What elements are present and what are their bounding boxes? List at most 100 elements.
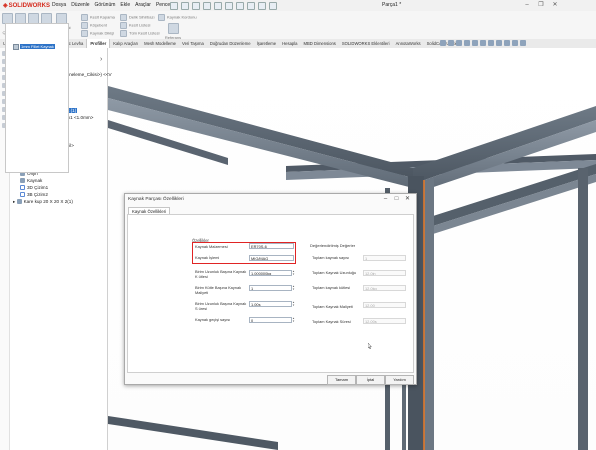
weld-cord-icon bbox=[158, 14, 165, 21]
total-weld-length-value: 12.0in bbox=[363, 270, 406, 276]
tree-item-weldment[interactable]: Kaynak bbox=[20, 178, 42, 184]
panel-expand-chevron-icon[interactable]: › bbox=[100, 56, 102, 63]
gusset-icon bbox=[81, 22, 88, 29]
save-icon[interactable] bbox=[192, 1, 200, 10]
weld-passes-spinner[interactable]: ▴ ▾ bbox=[292, 317, 295, 323]
tree-item-3d-sketch-1[interactable]: 3D Çizim1 bbox=[20, 185, 48, 191]
cancel-button[interactable]: İptal bbox=[356, 375, 385, 385]
previous-view-icon[interactable] bbox=[456, 40, 462, 46]
print-icon[interactable] bbox=[203, 1, 211, 10]
reference-geometry-icon bbox=[167, 23, 179, 34]
menu-bar: Dosya Düzenle Görünüm Ekle Araçlar Pence… bbox=[52, 2, 180, 8]
dialog-close-icon[interactable]: ✕ bbox=[402, 195, 413, 202]
cmd-end-cap[interactable]: Kesit Kapama bbox=[81, 14, 115, 21]
close-icon[interactable]: ✕ bbox=[548, 1, 562, 8]
select-icon[interactable] bbox=[236, 1, 244, 10]
dialog-minimize-icon[interactable]: – bbox=[380, 196, 391, 202]
quick-access-toolbar bbox=[170, 1, 280, 10]
help-button[interactable]: Yardım bbox=[385, 375, 414, 385]
weld-list-item[interactable]: 1mm Fillet Kaynak bbox=[13, 44, 55, 50]
dialog-body bbox=[127, 214, 414, 373]
total-weld-cost-label: Toplam Kaynak Maliyeti bbox=[312, 304, 353, 309]
restore-icon[interactable]: ❐ bbox=[534, 1, 548, 8]
cost-per-mass-label: Birim Kütle Başına Kaynak Maliyeti bbox=[195, 285, 242, 295]
annotation-highlight-box bbox=[192, 242, 296, 264]
minimize-icon[interactable]: – bbox=[520, 2, 534, 8]
tab-direct-editing[interactable]: Doğrudan Düzenleme bbox=[207, 39, 254, 48]
cmd-weld-cord[interactable]: Kaynak Kordonu bbox=[158, 14, 197, 21]
cmd-all-cut-list[interactable]: Tüm Kesit Listesi bbox=[120, 30, 159, 37]
file-properties-icon[interactable] bbox=[258, 1, 266, 10]
hide-show-icon[interactable] bbox=[488, 40, 494, 46]
column-main-side[interactable] bbox=[424, 178, 434, 450]
cmd-gusset[interactable]: Köşebent bbox=[81, 22, 107, 29]
cost-per-mass-spinner[interactable]: ▴ ▾ bbox=[292, 285, 295, 291]
cmd-weld-bead[interactable]: Kaynak Dikişi bbox=[81, 30, 114, 37]
mass-per-length-input[interactable]: 1.000000kg bbox=[249, 270, 292, 276]
menu-item-ekle[interactable]: Ekle bbox=[120, 2, 130, 8]
tab-data-migration[interactable]: Veri Taşıma bbox=[179, 39, 207, 48]
tree-item-3d-sketch-2[interactable]: 3B Çizim2 bbox=[20, 192, 48, 198]
tab-weldments[interactable]: Profiller bbox=[86, 39, 111, 48]
total-weld-length-label: Toplam Kaynak Uzunluğu bbox=[312, 270, 357, 275]
section-view-icon[interactable] bbox=[464, 40, 470, 46]
undo-icon[interactable] bbox=[214, 1, 222, 10]
tab-mesh-modeling[interactable]: Mesh Modelleme bbox=[141, 39, 179, 48]
weld-passes-input[interactable]: 0 bbox=[249, 317, 292, 323]
cost-per-mass-input[interactable]: 1 bbox=[249, 285, 292, 291]
cmd-cut-list[interactable]: Kesit Listesi bbox=[120, 22, 150, 29]
beam-right-upper[interactable] bbox=[413, 106, 596, 184]
new-icon[interactable] bbox=[170, 1, 178, 10]
mass-per-length-label: Birim Uzunluk Başına Kaynak K ütlesi bbox=[195, 269, 247, 279]
dialog-title: Kaynak Parçası Özellikleri bbox=[128, 197, 184, 202]
command-manager: 3B Çizim Profil Seçimi Çizgi Yapısal Sis… bbox=[0, 11, 596, 45]
rebuild-icon[interactable] bbox=[247, 1, 255, 10]
display-monitor-icon[interactable] bbox=[520, 40, 526, 46]
total-weld-count-label: Toplam kaynak sayısı bbox=[312, 255, 350, 260]
options-gear-icon[interactable] bbox=[269, 1, 277, 10]
total-weld-time-value: 12.00s bbox=[363, 318, 406, 324]
zoom-fit-icon[interactable] bbox=[440, 40, 446, 46]
redo-icon[interactable] bbox=[225, 1, 233, 10]
time-per-length-spinner[interactable]: ▴ ▾ bbox=[292, 301, 295, 307]
beam-right-lower-side[interactable] bbox=[433, 174, 596, 234]
menu-item-gorunum[interactable]: Görünüm bbox=[95, 2, 116, 8]
open-icon[interactable] bbox=[181, 1, 189, 10]
view-settings-icon[interactable] bbox=[512, 40, 518, 46]
tree-item-structural-member[interactable]: ▸ Kare kup 20 X 20 X 2(1) bbox=[13, 199, 73, 205]
dialog-maximize-icon[interactable]: □ bbox=[391, 196, 402, 202]
column-far-right[interactable] bbox=[578, 168, 588, 450]
hole-wizard-icon bbox=[120, 14, 127, 21]
cmd-hole-wizard[interactable]: Delik Sihirbazı bbox=[120, 14, 155, 21]
document-title: Parça1 * bbox=[382, 2, 402, 8]
ok-button[interactable]: Tamam bbox=[327, 375, 356, 385]
scene-icon[interactable] bbox=[504, 40, 510, 46]
tab-mold-tools[interactable]: Kalıp Araçları bbox=[110, 39, 141, 48]
tab-markup[interactable]: İşaretleme bbox=[254, 39, 280, 48]
total-weld-time-label: Toplam Kaynak Süresi bbox=[312, 319, 351, 324]
mouse-cursor-icon bbox=[368, 343, 372, 349]
beam-left-upper-side[interactable] bbox=[108, 98, 413, 188]
dialog-window-controls: – □ ✕ bbox=[380, 195, 413, 202]
beam-left-upper[interactable] bbox=[108, 86, 413, 178]
display-style-icon[interactable] bbox=[480, 40, 486, 46]
zoom-area-icon[interactable] bbox=[448, 40, 454, 46]
time-per-length-input[interactable]: 1.00s bbox=[249, 301, 292, 307]
menu-item-dosya[interactable]: Dosya bbox=[52, 2, 66, 8]
beam-bottom-left[interactable] bbox=[108, 416, 278, 450]
tab-annotaworks[interactable]: AnnotaWorks bbox=[393, 39, 424, 48]
total-weld-count-value: 1 bbox=[363, 255, 406, 261]
tab-evaluate[interactable]: Hesapla bbox=[279, 39, 300, 48]
edit-appearance-icon[interactable] bbox=[496, 40, 502, 46]
tab-solidworks-addins[interactable]: SOLIDWORKS Eklentileri bbox=[339, 39, 393, 48]
app-logo[interactable]: ◈SOLIDWORKS bbox=[3, 2, 50, 9]
total-weld-mass-value: 12.0kg bbox=[363, 285, 406, 291]
total-weld-cost-value: 12.00 bbox=[363, 302, 406, 308]
weld-body-icon bbox=[13, 44, 19, 50]
end-cap-icon bbox=[81, 14, 88, 21]
tab-mbd-dimensions[interactable]: MBD Dimensions bbox=[301, 39, 339, 48]
mass-per-length-spinner[interactable]: ▴ ▾ bbox=[292, 270, 295, 276]
menu-item-araclar[interactable]: Araçlar bbox=[135, 2, 151, 8]
view-orientation-icon[interactable] bbox=[472, 40, 478, 46]
menu-item-duzenle[interactable]: Düzenle bbox=[71, 2, 89, 8]
